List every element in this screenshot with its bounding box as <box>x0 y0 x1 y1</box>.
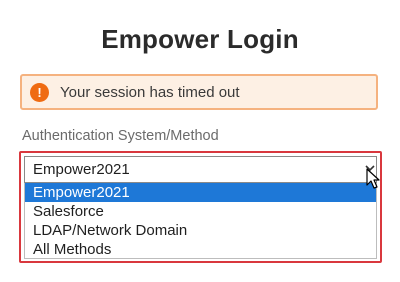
option-all-methods[interactable]: All Methods <box>25 240 376 259</box>
alert-message: Your session has timed out <box>60 83 240 101</box>
option-empower2021[interactable]: Empower2021 <box>25 183 376 202</box>
warning-icon: ! <box>30 82 49 102</box>
auth-method-select[interactable]: Empower2021 <box>24 156 377 183</box>
option-ldap-network-domain[interactable]: LDAP/Network Domain <box>25 221 376 240</box>
option-salesforce[interactable]: Salesforce <box>25 202 376 221</box>
auth-method-dropdown-list: Empower2021 Salesforce LDAP/Network Doma… <box>24 183 377 259</box>
auth-method-label: Authentication System/Method <box>22 128 219 144</box>
session-timeout-alert: ! Your session has timed out <box>20 74 378 110</box>
auth-method-selected-value: Empower2021 <box>33 161 130 178</box>
mouse-cursor-icon <box>366 168 380 189</box>
page-title: Empower Login <box>101 24 299 54</box>
